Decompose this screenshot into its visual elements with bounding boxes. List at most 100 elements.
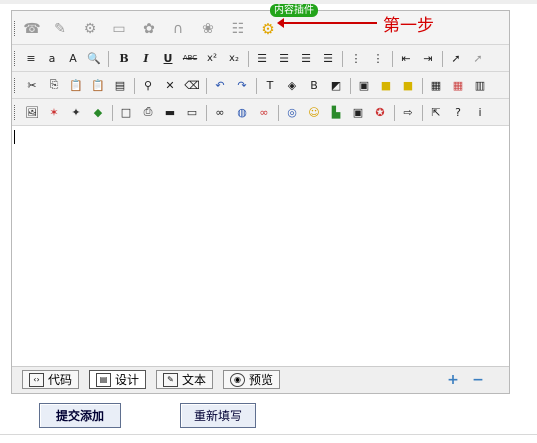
text-mode-label: 文本 (182, 373, 207, 387)
gear-icon[interactable]: ⚙ (80, 19, 100, 39)
template-icon[interactable]: ⎙ (138, 102, 158, 122)
emoticon-icon[interactable]: ☺ (304, 102, 324, 122)
code-icon: ‹› (29, 372, 44, 387)
flower-icon[interactable]: ✿ (139, 19, 159, 39)
copy-icon[interactable]: ⎘ (44, 75, 64, 95)
font-style-icon[interactable]: A (63, 48, 83, 68)
toolbar-row-3: ✂ ⎘ 📋 📋 ▤ ⚲ ✕ ⌫ ↶ ↷ T ◈ B ◩ ▣ ■ ■ ▦ ▦ ▥ (12, 72, 509, 99)
binoculars-icon[interactable]: ⚲ (138, 75, 158, 95)
help-icon[interactable]: ? (448, 102, 468, 122)
web-link-icon[interactable]: ∞ (210, 102, 230, 122)
separator (248, 51, 249, 67)
layer-icon[interactable]: ■ (376, 75, 396, 95)
toolbar-grip[interactable] (14, 105, 17, 120)
layer-back-icon[interactable]: ■ (398, 75, 418, 95)
preview-mode-tab[interactable]: ◉ 预览 (223, 370, 281, 389)
zoom-in-button[interactable]: + (446, 373, 460, 387)
editor-content-area[interactable] (12, 126, 509, 366)
headset-icon[interactable]: ∩ (168, 19, 188, 39)
annotation-arrow (277, 18, 377, 28)
align-right-icon[interactable]: ☰ (296, 48, 316, 68)
globe-icon[interactable]: ◍ (232, 102, 252, 122)
separator (134, 78, 135, 94)
code-mode-label: 代码 (48, 373, 73, 387)
time-icon[interactable]: ✪ (370, 102, 390, 122)
bold-button[interactable]: B (114, 48, 134, 68)
paint-icon[interactable]: ✎ (50, 19, 70, 39)
indent-icon[interactable]: ⇥ (418, 48, 438, 68)
image-icon[interactable]: 🖼 (22, 102, 42, 122)
background-color-icon[interactable]: B (304, 75, 324, 95)
text-color-icon[interactable]: T (260, 75, 280, 95)
table-edit-icon[interactable]: ▦ (448, 75, 468, 95)
date-icon[interactable]: ▣ (348, 102, 368, 122)
paragraph-icon[interactable]: ≡ (21, 48, 41, 68)
underline-button[interactable]: U (158, 48, 178, 68)
text-caret (14, 130, 15, 144)
redo-icon[interactable]: ↷ (232, 75, 252, 95)
window-icon[interactable]: ▭ (109, 19, 129, 39)
export-icon[interactable]: ⇨ (398, 102, 418, 122)
design-mode-tab[interactable]: ▤ 设计 (89, 370, 147, 389)
fullscreen-icon[interactable]: ⇱ (426, 102, 446, 122)
list-icon[interactable]: ☷ (228, 19, 248, 39)
new-page-icon[interactable]: □ (116, 102, 136, 122)
superscript-button[interactable]: x² (202, 48, 222, 68)
reset-button[interactable]: 重新填写 (180, 403, 256, 428)
rich-text-editor: ☎ ✎ ⚙ ▭ ✿ ∩ ❀ ☷ ⚙ ≡ a A 🔍 B I U ABC x² x… (11, 10, 510, 394)
media-icon[interactable]: ✦ (66, 102, 86, 122)
content-plugin-gear-icon[interactable]: ⚙ (258, 19, 278, 39)
outdent-icon[interactable]: ⇤ (396, 48, 416, 68)
phone-icon[interactable]: ☎ (22, 19, 42, 39)
separator (112, 105, 113, 121)
toolbar-grip[interactable] (14, 21, 17, 36)
spellcheck-icon[interactable]: a (42, 48, 62, 68)
bullet-list-icon[interactable]: ⋮ (368, 48, 388, 68)
zoom-out-button[interactable]: − (471, 373, 485, 387)
text-mode-tab[interactable]: ✎ 文本 (156, 370, 214, 389)
code-mode-tab[interactable]: ‹› 代码 (22, 370, 80, 389)
submit-button[interactable]: 提交添加 (39, 403, 121, 428)
pointer-icon[interactable]: ➚ (446, 48, 466, 68)
ordered-list-icon[interactable]: ⋮ (346, 48, 366, 68)
cut-icon[interactable]: ✂ (22, 75, 42, 95)
toolbar-row-1: ☎ ✎ ⚙ ▭ ✿ ∩ ❀ ☷ ⚙ (12, 11, 509, 45)
info-icon[interactable]: i (470, 102, 490, 122)
separator (278, 105, 279, 121)
paste-icon[interactable]: 📋 (66, 75, 86, 95)
align-left-icon[interactable]: ☰ (252, 48, 272, 68)
toolbar-grip[interactable] (14, 78, 17, 93)
form-field-icon[interactable]: ▭ (182, 102, 202, 122)
toolbar-grip[interactable] (14, 51, 17, 66)
frame-icon[interactable]: ▣ (354, 75, 374, 95)
butterfly-icon[interactable]: ❀ (198, 19, 218, 39)
find-icon[interactable]: 🔍 (84, 48, 104, 68)
unlink-icon[interactable]: ∞ (254, 102, 274, 122)
delete-icon[interactable]: ✕ (160, 75, 180, 95)
absolute-position-icon[interactable]: ➚ (468, 48, 488, 68)
insert-link-icon[interactable]: ◆ (88, 102, 108, 122)
justify-icon[interactable]: ☰ (318, 48, 338, 68)
horizontal-rule-icon[interactable]: ▬ (160, 102, 180, 122)
color-swatch-icon[interactable]: ◩ (326, 75, 346, 95)
table-icon[interactable]: ▦ (426, 75, 446, 95)
strikethrough-button[interactable]: ABC (180, 48, 200, 68)
italic-button[interactable]: I (136, 48, 156, 68)
separator (392, 51, 393, 67)
separator (394, 105, 395, 121)
table-props-icon[interactable]: ▥ (470, 75, 490, 95)
paste-text-icon[interactable]: 📋 (88, 75, 108, 95)
align-center-icon[interactable]: ☰ (274, 48, 294, 68)
paste-word-icon[interactable]: ▤ (110, 75, 130, 95)
design-mode-label: 设计 (115, 373, 140, 387)
anchor-icon[interactable]: ◎ (282, 102, 302, 122)
fill-color-icon[interactable]: ◈ (282, 75, 302, 95)
separator (206, 78, 207, 94)
special-char-icon[interactable]: ▙ (326, 102, 346, 122)
subscript-button[interactable]: x₂ (224, 48, 244, 68)
content-plugin-badge: 内容插件 (270, 4, 318, 17)
eraser-icon[interactable]: ⌫ (182, 75, 202, 95)
flash-icon[interactable]: ✶ (44, 102, 64, 122)
undo-icon[interactable]: ↶ (210, 75, 230, 95)
separator (206, 105, 207, 121)
